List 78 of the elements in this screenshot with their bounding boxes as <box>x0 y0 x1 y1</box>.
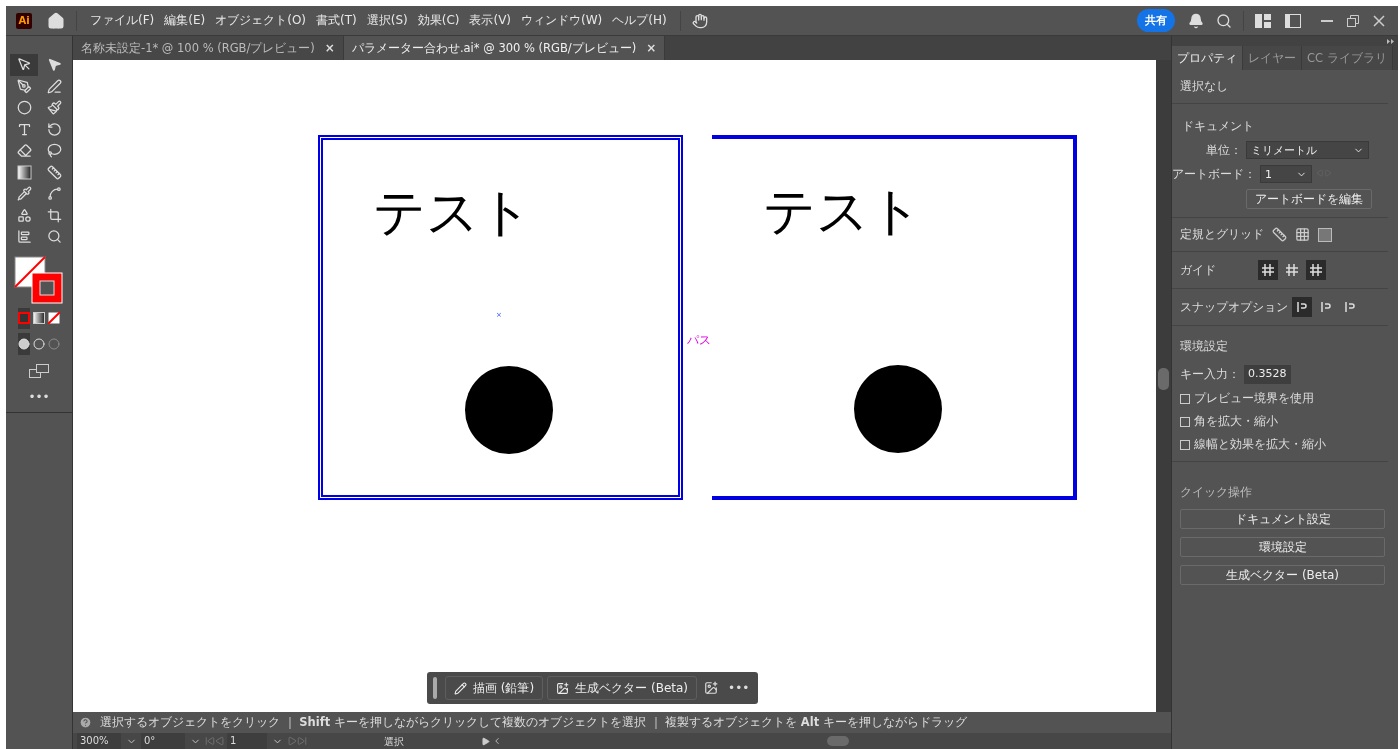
section-heading: ガイド <box>1180 261 1217 279</box>
snap-icon <box>1295 300 1309 314</box>
status-hint: 選択するオブジェクトをクリック ｜ Shift キーを押しながらクリックして複数のオブジェクトを選択 ｜ 複製するオブジェクトを Alt キーを押しながらドラッグ <box>100 715 967 730</box>
color-mode-icon[interactable] <box>18 307 30 329</box>
field-label: 単位： <box>1206 141 1242 159</box>
close-tab-button[interactable]: × <box>646 41 657 55</box>
close-tab-button[interactable]: × <box>324 41 335 55</box>
snap-toggle[interactable] <box>1292 297 1312 317</box>
edit-artboard-button[interactable]: アートボードを編集 <box>1246 189 1372 209</box>
quick-action-button[interactable]: 生成ベクター (Beta) <box>1180 565 1385 585</box>
rotation-field[interactable]: 0° <box>141 733 185 749</box>
app-logo: Ai <box>16 12 32 29</box>
grip-handle[interactable] <box>433 677 437 699</box>
guide-icon <box>1261 263 1275 277</box>
collapse-icon[interactable] <box>1387 38 1394 44</box>
close-icon[interactable] <box>1370 14 1388 27</box>
path-label: パス <box>687 332 711 349</box>
selection-status: 選択なし <box>1180 78 1229 95</box>
fill-stroke-swatch[interactable] <box>14 255 64 304</box>
zoom-field[interactable]: 300% <box>77 733 121 749</box>
quick-action-button[interactable]: ドキュメント設定 <box>1180 509 1385 529</box>
share-button[interactable]: 共有 <box>1137 9 1175 32</box>
workspace-icon[interactable] <box>1252 13 1274 28</box>
snap-icon <box>1319 300 1333 314</box>
section-heading: スナップオプション <box>1180 298 1288 316</box>
artboard-select[interactable]: 1 <box>1260 165 1312 183</box>
artboard-field[interactable]: 1 <box>227 733 267 749</box>
unit-select[interactable]: ミリメートル <box>1246 141 1369 159</box>
menu-item[interactable]: 選択(S) <box>361 12 413 29</box>
key-increment-field[interactable]: 0.3528 <box>1244 365 1291 384</box>
document-tab[interactable]: パラメーター合わせ.ai* @ 300 % (RGB/プレビュー) × <box>343 36 666 60</box>
guide-toggle[interactable] <box>1258 260 1278 280</box>
guide-toggle[interactable] <box>1306 260 1326 280</box>
menu-item[interactable]: 効果(C) <box>412 12 465 29</box>
checkbox[interactable] <box>1180 439 1190 450</box>
snap-icon <box>1343 300 1357 314</box>
scroll-left-icon[interactable] <box>492 736 502 746</box>
panel-tab[interactable]: プロパティ <box>1172 46 1243 70</box>
checkbox[interactable] <box>1180 393 1190 404</box>
arrow-cursor-icon[interactable] <box>10 54 38 76</box>
section-heading: クイック操作 <box>1180 484 1253 501</box>
menu-item[interactable]: ヘルプ(H) <box>607 12 672 29</box>
checkbox-label: 角を拡大・縮小 <box>1194 413 1278 430</box>
restore-icon[interactable] <box>1344 14 1362 27</box>
menu-item[interactable]: 表示(V) <box>464 12 517 29</box>
quick-action-button[interactable]: 環境設定 <box>1180 537 1385 557</box>
section-heading: 環境設定 <box>1180 338 1229 355</box>
grid-icon[interactable] <box>1295 227 1310 242</box>
field-label: アートボード： <box>1172 165 1256 183</box>
checkbox-label: プレビュー境界を使用 <box>1194 390 1314 407</box>
help-icon[interactable] <box>79 716 92 729</box>
checkbox-label: 線幅と効果を拡大・縮小 <box>1194 436 1326 453</box>
menu-item[interactable]: 編集(E) <box>159 12 211 29</box>
image-sparkle-icon <box>556 681 570 695</box>
section-heading: ドキュメント <box>1182 118 1255 135</box>
guide-icon <box>1309 263 1323 277</box>
scroll-thumb[interactable] <box>826 736 849 746</box>
document-tab[interactable]: 名称未設定-1* @ 100 % (RGB/プレビュー) × <box>73 36 344 60</box>
play-icon[interactable] <box>481 736 490 746</box>
guide-icon <box>1285 263 1299 277</box>
draw-mode-icon[interactable] <box>18 333 30 355</box>
checkbox[interactable] <box>1180 416 1190 427</box>
scroll-thumb[interactable] <box>1158 368 1169 390</box>
transparency-grid-icon[interactable] <box>1318 227 1332 242</box>
more-tools-button[interactable]: ••• <box>28 390 50 404</box>
pencil-icon <box>454 681 467 695</box>
menu-item[interactable]: ウィンドウ(W) <box>516 12 608 29</box>
artboard-text: テスト <box>763 180 922 243</box>
artboard-text: テスト <box>373 181 532 244</box>
more-button[interactable]: ••• <box>725 681 753 695</box>
ruler-icon[interactable] <box>1272 227 1287 242</box>
field-label: キー入力： <box>1180 366 1240 383</box>
task-button[interactable]: 生成ベクター (Beta) <box>547 676 698 700</box>
section-heading: 定規とグリッド <box>1180 226 1264 243</box>
menu-item[interactable]: オブジェクト(O) <box>210 12 312 29</box>
menu-item[interactable]: 書式(T) <box>311 12 362 29</box>
menu-item[interactable]: ファイル(F) <box>85 12 160 29</box>
task-button[interactable]: 描画 (鉛筆) <box>445 676 544 700</box>
